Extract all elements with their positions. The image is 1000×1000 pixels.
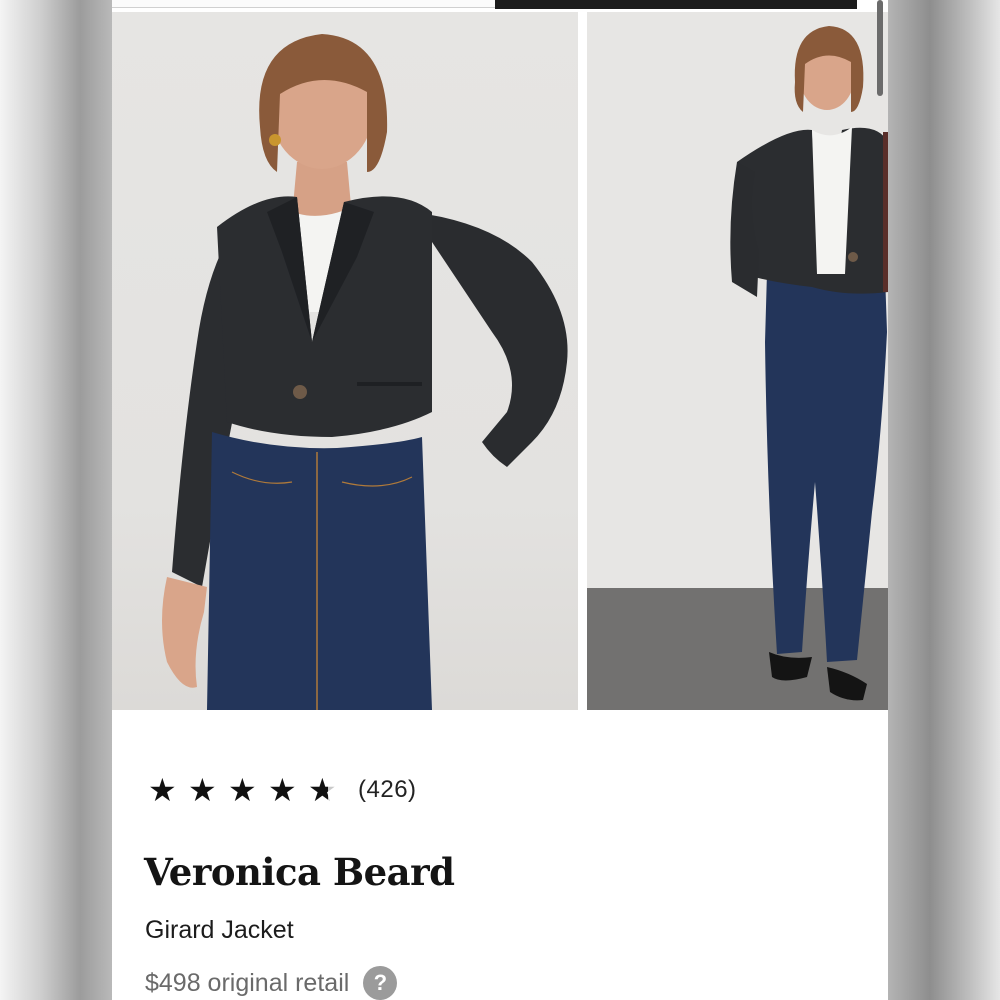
- star-icon: ★: [188, 771, 217, 809]
- review-count[interactable]: (426): [358, 776, 417, 804]
- top-bar-action-button[interactable]: [495, 0, 857, 9]
- product-photo-full[interactable]: [587, 12, 888, 710]
- model-front-illustration: [162, 34, 568, 710]
- model-full-illustration: [730, 26, 888, 701]
- star-icon: ★: [268, 771, 297, 809]
- rating-row[interactable]: ★ ★ ★ ★ ★ ★ (426): [148, 770, 417, 810]
- star-icon: ★: [228, 771, 257, 809]
- retail-price-row: $498 original retail ?: [145, 966, 398, 1000]
- product-info-panel: ★ ★ ★ ★ ★ ★ (426) Veronica Beard Girard J…: [112, 710, 888, 1000]
- product-photo-front[interactable]: [112, 12, 578, 710]
- retail-price: $498 original retail: [145, 968, 350, 997]
- brand-name[interactable]: Veronica Beard: [144, 850, 455, 894]
- top-bar-field[interactable]: [112, 0, 495, 8]
- star-icon: ★: [148, 771, 177, 809]
- scrollbar[interactable]: [877, 0, 883, 96]
- half-star-icon: ★ ★: [308, 771, 337, 809]
- question-circle-icon[interactable]: ?: [363, 966, 398, 1000]
- product-name: Girard Jacket: [145, 916, 294, 944]
